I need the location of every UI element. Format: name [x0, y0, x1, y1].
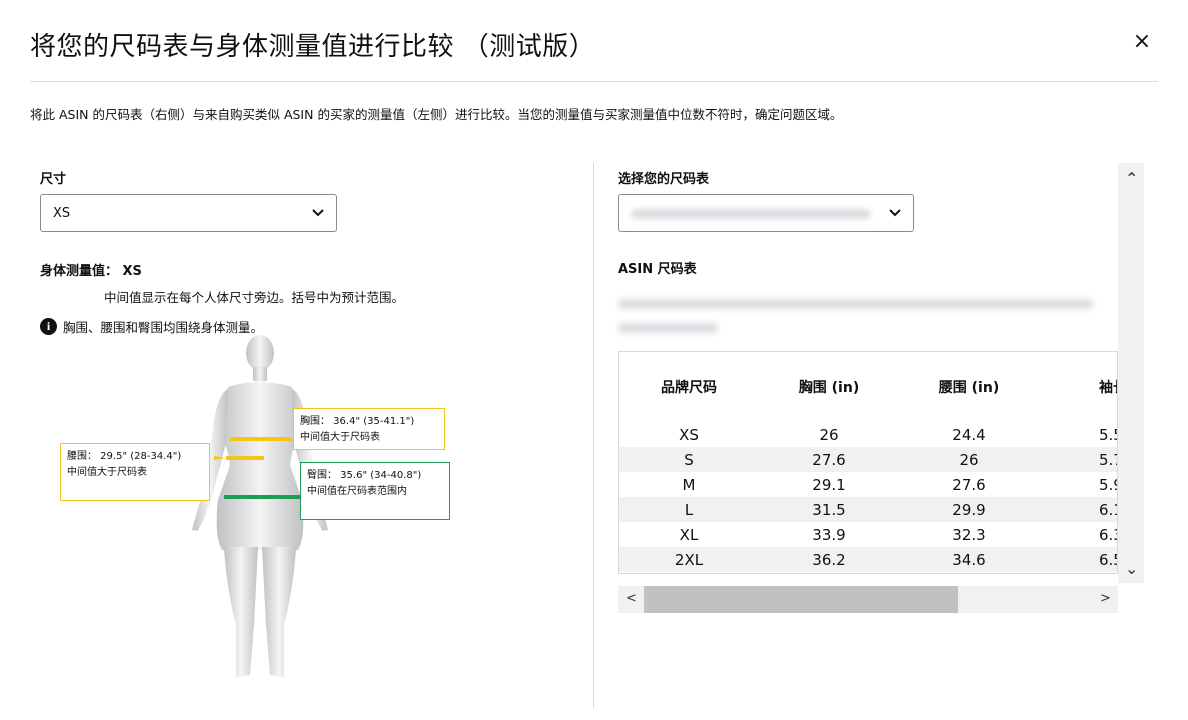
table-cell: 33.9 — [812, 525, 846, 544]
col-header-waist: 腰围 (in) — [899, 352, 1039, 422]
chest-callout-value: 胸围： 36.4" (35-41.1") — [300, 416, 415, 427]
table-cell: 5.7 — [1039, 447, 1117, 472]
table-cell: 27.6 — [952, 475, 986, 494]
table-cell: 27.6 — [759, 447, 899, 472]
table-cell: XL — [679, 525, 699, 544]
col-header-chest: 胸围 (in) — [759, 352, 899, 422]
table-cell: 6.5 — [1039, 547, 1117, 572]
table-cell: 34.6 — [899, 547, 1039, 572]
blurred-product-title-2 — [618, 323, 718, 333]
scroll-left-icon[interactable]: < — [626, 591, 637, 606]
chevron-down-icon — [889, 209, 901, 217]
table-row: XS 26 24.4 5.5 — [619, 422, 1117, 447]
size-select-value: XS — [53, 205, 71, 221]
table-cell: 31.5 — [759, 497, 899, 522]
waist-callout-value: 腰围： 29.5" (28-34.4") — [67, 451, 182, 462]
header-divider — [30, 81, 1158, 82]
blurred-product-title-1 — [618, 299, 1093, 309]
table-cell: 5.5 — [1099, 425, 1117, 444]
body-measurements-title: 身体测量值： XS — [40, 264, 142, 279]
chest-callout-status: 中间值大于尺码表 — [300, 432, 380, 443]
table-row: L 31.5 29.9 6.1 — [619, 497, 1117, 522]
panel-divider — [593, 163, 594, 708]
table-cell: 26 — [819, 425, 839, 444]
table-cell: 5.9 — [1099, 475, 1117, 494]
table-row: XL 33.9 32.3 6.3 — [619, 522, 1117, 547]
left-panel: 尺寸 XS 身体测量值： XS 中间值显示在每个人体尺寸旁边。括号中为预计范围。… — [40, 165, 560, 705]
dialog-title: 将您的尺码表与身体测量值进行比较 （测试版） — [30, 32, 596, 62]
hip-callout: 臀围： 35.6" (34-40.8") 中间值在尺码表范围内 — [300, 462, 450, 520]
right-panel: 选择您的尺码表 ASIN 尺码表 品牌尺码 胸围 (in) 腰围 (in) 袖长… — [618, 165, 1148, 625]
table-cell: L — [619, 497, 759, 522]
size-select[interactable]: XS — [40, 194, 337, 232]
table-cell: 29.1 — [812, 475, 846, 494]
col-header-sleeve: 袖长 (in — [1039, 352, 1117, 422]
dialog-description: 将此 ASIN 的尺码表（右侧）与来自购买类似 ASIN 的买家的测量值（左侧）… — [30, 107, 843, 122]
scroll-right-icon[interactable]: > — [1100, 591, 1111, 606]
chevron-down-icon — [312, 209, 324, 217]
blurred-chart-name — [631, 209, 871, 219]
table-row: M 29.1 27.6 5.9 — [619, 472, 1117, 497]
horizontal-scrollbar[interactable]: < > — [618, 586, 1118, 613]
hip-callout-status: 中间值在尺码表范围内 — [307, 486, 407, 497]
table-cell: M — [682, 475, 696, 494]
asin-chart-title: ASIN 尺码表 — [618, 262, 697, 277]
table-cell: 6.1 — [1039, 497, 1117, 522]
table-cell: 29.9 — [899, 497, 1039, 522]
table-cell: S — [619, 447, 759, 472]
waist-callout: 腰围： 29.5" (28-34.4") 中间值大于尺码表 — [60, 443, 210, 501]
table-row: S 27.6 26 5.7 — [619, 447, 1117, 472]
table-cell: 36.2 — [759, 547, 899, 572]
horizontal-scroll-thumb[interactable] — [644, 586, 958, 613]
size-chart-select[interactable] — [618, 194, 914, 232]
table-cell: XS — [679, 425, 699, 444]
hip-band — [224, 495, 300, 499]
col-header-brand-size: 品牌尺码 — [619, 352, 759, 422]
table-cell: 32.3 — [952, 525, 986, 544]
chest-band — [230, 437, 292, 441]
table-cell: 26 — [899, 447, 1039, 472]
scroll-up-icon[interactable]: ⌃ — [1125, 169, 1138, 188]
table-cell: 6.3 — [1099, 525, 1117, 544]
table-row: 2XL 36.2 34.6 6.5 — [619, 547, 1117, 572]
size-chart-table: 品牌尺码 胸围 (in) 腰围 (in) 袖长 (in XS 26 24.4 5… — [618, 351, 1118, 574]
table-header-row: 品牌尺码 胸围 (in) 腰围 (in) 袖长 (in — [619, 352, 1117, 422]
median-note: 中间值显示在每个人体尺寸旁边。括号中为预计范围。 — [104, 290, 405, 305]
table-cell: 2XL — [619, 547, 759, 572]
waist-band — [226, 456, 264, 460]
size-label: 尺寸 — [40, 172, 67, 187]
hip-callout-value: 臀围： 35.6" (34-40.8") — [307, 470, 422, 481]
table-cell: 24.4 — [952, 425, 986, 444]
body-figure: 胸围： 36.4" (35-41.1") 中间值大于尺码表 腰围： 29.5" … — [40, 325, 560, 685]
chest-callout: 胸围： 36.4" (35-41.1") 中间值大于尺码表 — [293, 408, 445, 450]
vertical-scrollbar[interactable]: ⌃ ⌄ — [1118, 163, 1144, 583]
close-icon[interactable]: × — [1130, 30, 1154, 54]
waist-callout-status: 中间值大于尺码表 — [67, 467, 147, 478]
chart-select-label: 选择您的尺码表 — [618, 172, 710, 187]
scroll-down-icon[interactable]: ⌄ — [1125, 559, 1138, 578]
